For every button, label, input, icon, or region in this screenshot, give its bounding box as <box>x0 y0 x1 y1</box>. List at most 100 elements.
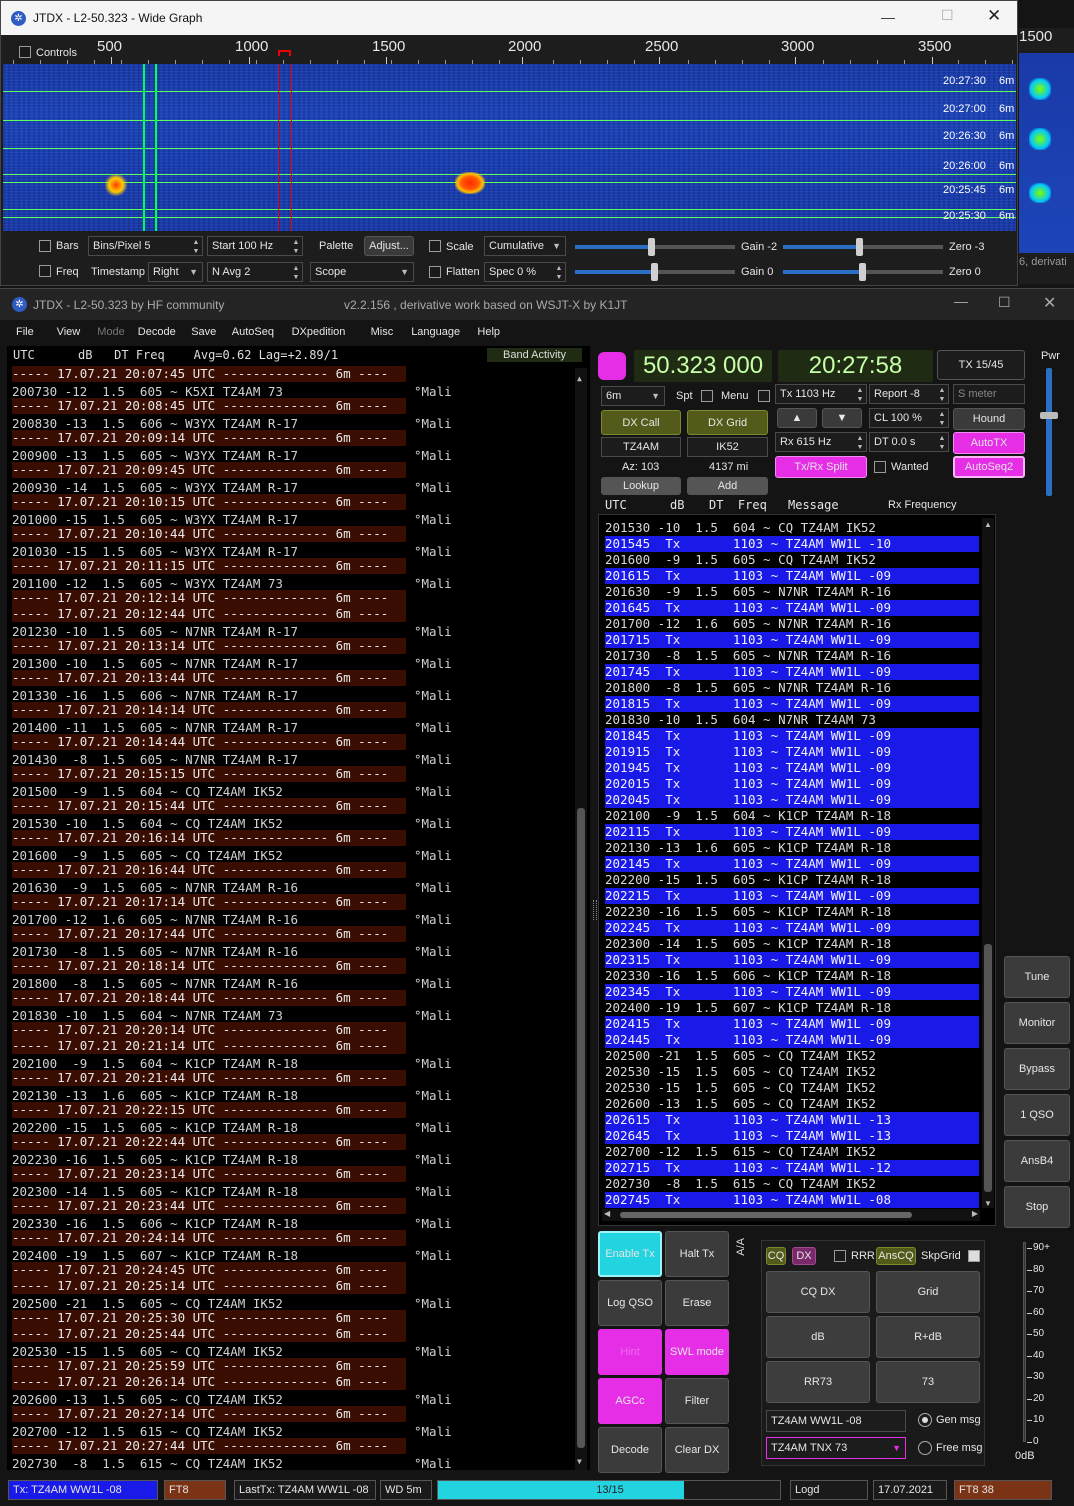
menu-language[interactable]: Language <box>411 326 460 338</box>
rx-row[interactable]: 202200 -15 1.5 605 ~ K1CP TZ4AM R-18 <box>605 872 979 888</box>
band-select[interactable]: 6m ▼ <box>601 386 665 406</box>
tx-row[interactable]: 202115 Tx 1103 ~ TZ4AM WW1L -09 <box>605 824 979 840</box>
txrx-split-button[interactable]: Tx/Rx Split <box>775 456 867 478</box>
rx-row[interactable]: 201600 -9 1.5 605 ~ CQ TZ4AM IK52 <box>605 552 979 568</box>
rx-row[interactable]: 202300 -14 1.5 605 ~ K1CP TZ4AM R-18 <box>605 936 979 952</box>
dx-button[interactable]: DX <box>792 1247 816 1265</box>
rx-row[interactable]: 201830 -10 1.5 604 ~ N7NR TZ4AM 73 <box>605 712 979 728</box>
decode-row[interactable]: 202730 -8 1.5 615 ~ CQ TZ4AM IK52 °Mali <box>12 1456 572 1472</box>
gen-msg-radio[interactable] <box>918 1413 932 1427</box>
spt-checkbox[interactable] <box>701 390 713 402</box>
tx-slot-button[interactable]: TX 15/45 <box>937 350 1025 380</box>
freq-up-button[interactable]: ▲ <box>777 408 817 428</box>
swap-arrows-button[interactable]: A/A <box>735 1238 747 1256</box>
gain-slider-2[interactable] <box>575 263 735 281</box>
rx-row[interactable]: 201800 -8 1.5 605 ~ N7NR TZ4AM R-16 <box>605 680 979 696</box>
monitor-button[interactable]: Monitor <box>1004 1002 1070 1044</box>
minimize-button[interactable]: — <box>954 293 968 309</box>
freq-checkbox[interactable] <box>39 265 51 277</box>
rx-row[interactable]: 201530 -10 1.5 604 ~ CQ TZ4AM IK52 <box>605 520 979 536</box>
filter-button[interactable]: Filter <box>665 1378 729 1424</box>
tx-row[interactable]: 202615 Tx 1103 ~ TZ4AM WW1L -13 <box>605 1112 979 1128</box>
scale-checkbox[interactable] <box>429 240 441 252</box>
rrr-checkbox[interactable] <box>834 1250 846 1262</box>
ansb4-button[interactable]: AnsB4 <box>1004 1140 1070 1182</box>
tx-row[interactable]: 202315 Tx 1103 ~ TZ4AM WW1L -09 <box>605 952 979 968</box>
smeter-field[interactable]: S meter <box>953 384 1025 404</box>
tx-row[interactable]: 202645 Tx 1103 ~ TZ4AM WW1L -13 <box>605 1128 979 1144</box>
rx-row[interactable]: 202730 -8 1.5 615 ~ CQ TZ4AM IK52 <box>605 1176 979 1192</box>
band-activity-panel[interactable]: UTC dB DT Freq Avg=0.62 Lag=+2.89/1 Band… <box>7 346 590 1472</box>
scope-select[interactable]: Scope ▼ <box>310 262 414 282</box>
timestamp-select[interactable]: Right ▼ <box>148 262 203 282</box>
close-button[interactable]: ✕ <box>987 6 1001 26</box>
tx-freq-spinbox[interactable]: Tx 1103 Hz ▲ ▼ <box>775 384 867 404</box>
rx-freq-spinbox[interactable]: Rx 615 Hz ▲ ▼ <box>775 432 867 452</box>
adjust-button[interactable]: Adjust... <box>364 236 414 256</box>
freq-down-button[interactable]: ▼ <box>822 408 862 428</box>
add-button[interactable]: Add <box>687 477 768 495</box>
log-qso-button[interactable]: Log QSO <box>598 1280 662 1326</box>
swl-mode-button[interactable]: SWL mode <box>665 1329 729 1375</box>
rx-hscrollbar[interactable]: ◀ ▶ <box>602 1209 980 1221</box>
gain-slider-1[interactable] <box>575 238 735 256</box>
tx-row[interactable]: 202415 Tx 1103 ~ TZ4AM WW1L -09 <box>605 1016 979 1032</box>
band-scrollbar[interactable]: ▲ ▼ <box>575 368 587 1470</box>
gen-grid-button[interactable]: Grid <box>876 1271 980 1313</box>
tx-row[interactable]: 201745 Tx 1103 ~ TZ4AM WW1L -09 <box>605 664 979 680</box>
tx-row[interactable]: 201915 Tx 1103 ~ TZ4AM WW1L -09 <box>605 744 979 760</box>
main-titlebar[interactable]: ✲ JTDX - L2-50.323 by HF community v2.2.… <box>0 288 1074 320</box>
tx-row[interactable]: 201845 Tx 1103 ~ TZ4AM WW1L -09 <box>605 728 979 744</box>
menu-view[interactable]: View <box>57 326 81 338</box>
zero-slider-1[interactable] <box>783 238 943 256</box>
bypass-button[interactable]: Bypass <box>1004 1048 1070 1090</box>
tx-row[interactable]: 202045 Tx 1103 ~ TZ4AM WW1L -09 <box>605 792 979 808</box>
tx-row[interactable]: 201545 Tx 1103 ~ TZ4AM WW1L -10 <box>605 536 979 552</box>
menu-misc[interactable]: Misc <box>371 326 394 338</box>
start-spinbox[interactable]: Start 100 Hz ▲ ▼ <box>207 236 303 256</box>
menu-save[interactable]: Save <box>191 326 216 338</box>
skpgrid-checkbox[interactable] <box>968 1250 980 1262</box>
cl-spinbox[interactable]: CL 100 % ▲ ▼ <box>869 408 949 428</box>
waterfall[interactable]: 20:27:30 6m 20:27:00 6m 20:26:30 6m 20:26:00 6m… <box>3 64 1016 231</box>
rx-row[interactable]: 202600 -13 1.5 605 ~ CQ TZ4AM IK52 <box>605 1096 979 1112</box>
rx-row[interactable]: 201700 -12 1.6 605 ~ N7NR TZ4AM R-16 <box>605 616 979 632</box>
freq-ruler[interactable]: Controls 500 1000 1500 2000 2500 3000 3500 <box>3 36 1016 64</box>
hound-button[interactable]: Hound <box>953 408 1025 430</box>
tune-button[interactable]: Tune <box>1004 956 1070 998</box>
rx-row[interactable]: 202400 -19 1.5 607 ~ K1CP TZ4AM R-18 <box>605 1000 979 1016</box>
rx-vscrollbar[interactable]: ▲ ▼ <box>982 518 994 1208</box>
menu-help[interactable]: Help <box>477 326 500 338</box>
anscq-button[interactable]: AnsCQ <box>876 1247 916 1265</box>
wide-graph-titlebar[interactable]: ✲ JTDX - L2-50.323 - Wide Graph — ☐ ✕ <box>1 1 1017 35</box>
free-msg-field[interactable]: TZ4AM TNX 73 ▼ <box>766 1437 906 1459</box>
flatten-checkbox[interactable] <box>429 266 441 278</box>
erase-button[interactable]: Erase <box>665 1280 729 1326</box>
spec-spinbox[interactable]: Spec 0 % ▲ ▼ <box>484 262 566 282</box>
autoseq2-button[interactable]: AutoSeq2 <box>953 456 1025 478</box>
menu-checkbox[interactable] <box>758 390 770 402</box>
rx-row[interactable]: 201730 -8 1.5 605 ~ N7NR TZ4AM R-16 <box>605 648 979 664</box>
wanted-checkbox[interactable] <box>874 461 886 473</box>
gen-cq-dx-button[interactable]: CQ DX <box>766 1271 870 1313</box>
close-button[interactable]: ✕ <box>1043 293 1056 313</box>
tx-row[interactable]: 202445 Tx 1103 ~ TZ4AM WW1L -09 <box>605 1032 979 1048</box>
gen-db-button[interactable]: dB <box>766 1316 870 1358</box>
rx-row[interactable]: 202130 -13 1.6 605 ~ K1CP TZ4AM R-18 <box>605 840 979 856</box>
free-msg-radio[interactable] <box>918 1441 932 1455</box>
zero-slider-2[interactable] <box>783 263 943 281</box>
rx-row[interactable]: 202100 -9 1.5 604 ~ K1CP TZ4AM R-18 <box>605 808 979 824</box>
bars-checkbox[interactable] <box>39 240 51 252</box>
tx-row[interactable]: 201615 Tx 1103 ~ TZ4AM WW1L -09 <box>605 568 979 584</box>
controls-checkbox[interactable] <box>19 46 31 58</box>
menu-decode[interactable]: Decode <box>138 326 176 338</box>
splitter-handle[interactable] <box>593 900 597 920</box>
rx-row[interactable]: 202330 -16 1.5 606 ~ K1CP TZ4AM R-18 <box>605 968 979 984</box>
tx-row[interactable]: 202215 Tx 1103 ~ TZ4AM WW1L -09 <box>605 888 979 904</box>
menu-mode[interactable]: Mode <box>97 326 125 338</box>
tx-row[interactable]: 202345 Tx 1103 ~ TZ4AM WW1L -09 <box>605 984 979 1000</box>
gen-rr73-button[interactable]: RR73 <box>766 1361 870 1403</box>
lookup-button[interactable]: Lookup <box>601 477 681 495</box>
dx-grid-button[interactable]: DX Grid <box>687 410 768 435</box>
dx-call-field[interactable]: TZ4AM <box>601 437 681 457</box>
